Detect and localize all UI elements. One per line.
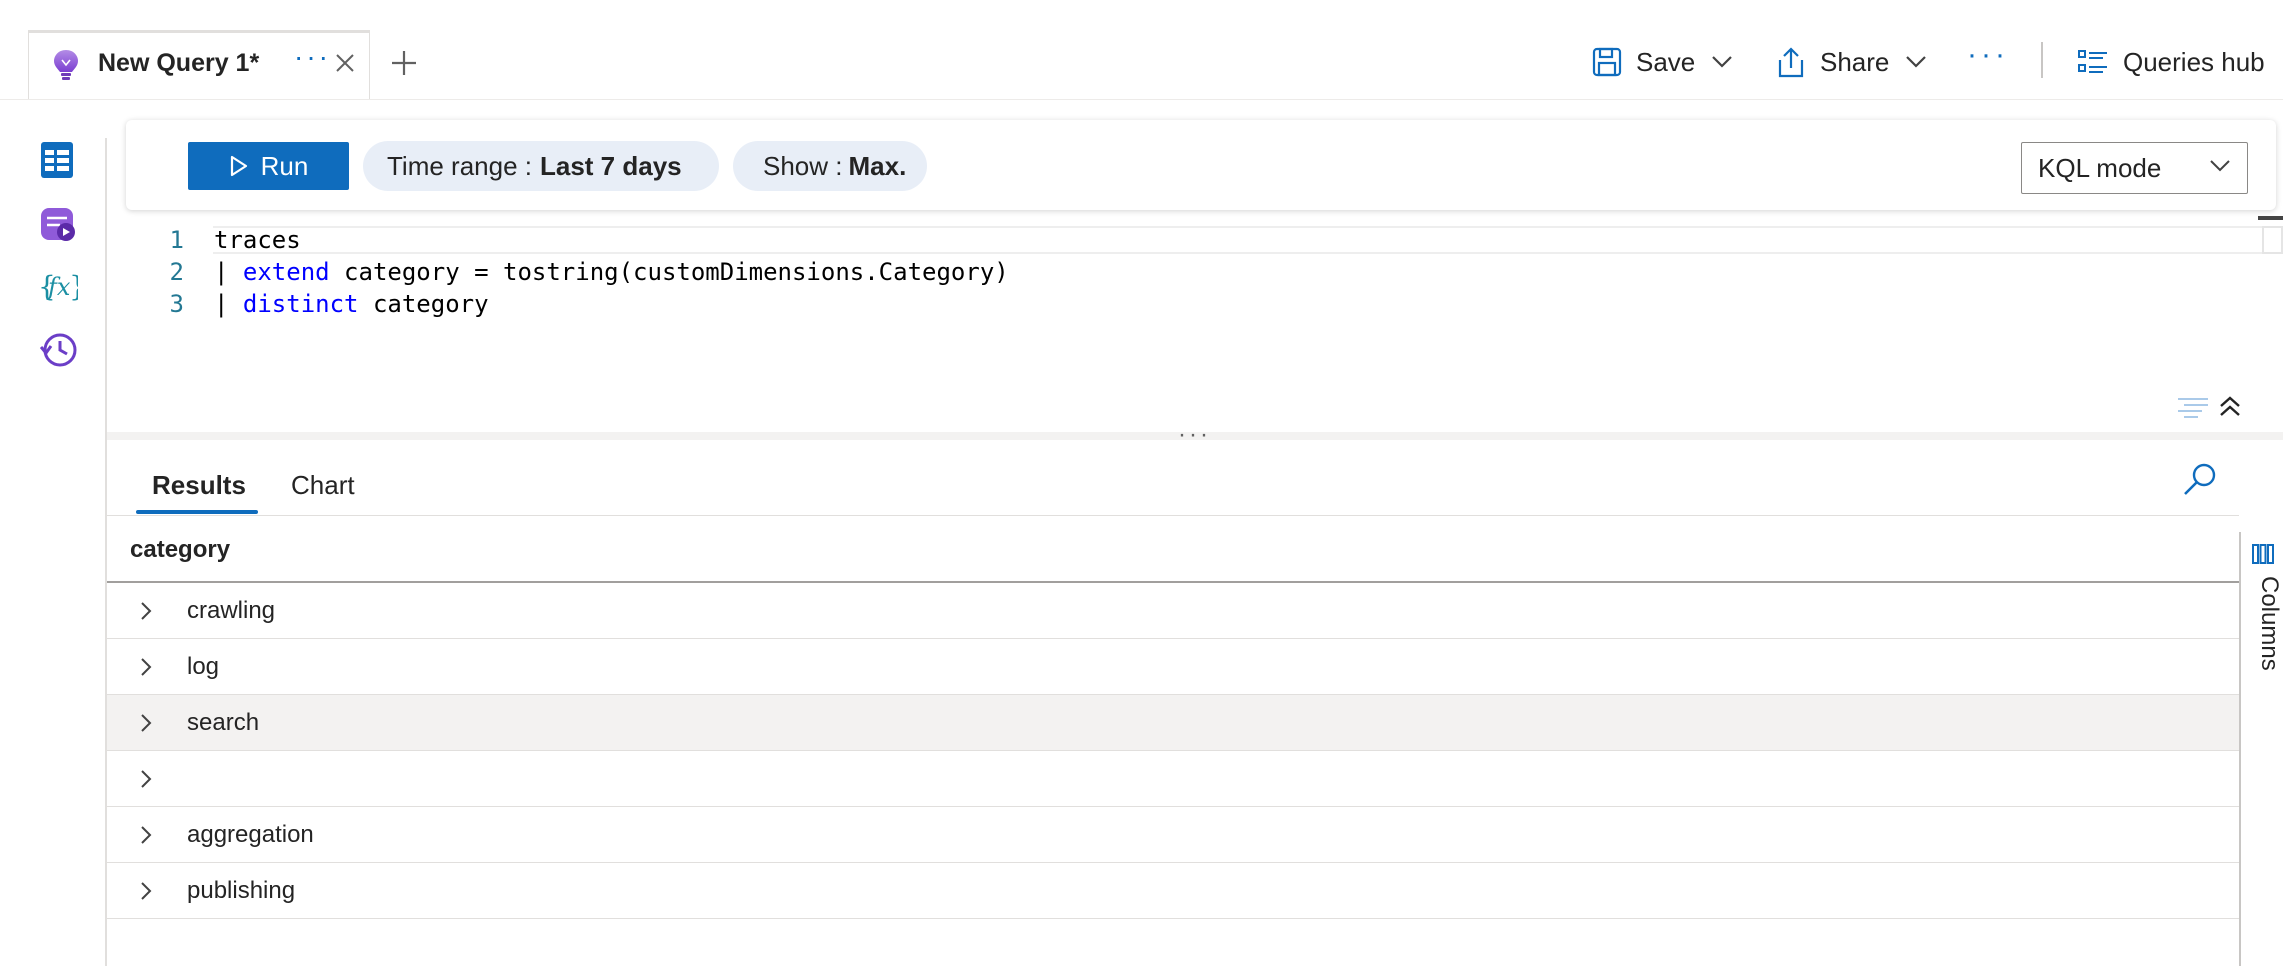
- columns-panel-border: [2239, 532, 2241, 966]
- tables-icon[interactable]: [40, 141, 74, 179]
- editor-scrollbar[interactable]: [2262, 226, 2283, 254]
- time-range-value: Last 7 days: [539, 150, 682, 181]
- save-icon: [1592, 47, 1622, 77]
- mode-value: KQL mode: [2038, 152, 2162, 183]
- splitter-handle-icon[interactable]: ···: [1178, 421, 1211, 449]
- share-label: Share: [1820, 46, 1890, 77]
- current-line-highlight: [213, 226, 2283, 254]
- chevron-right-icon[interactable]: [139, 601, 153, 621]
- editor-scroll-marker: [2258, 216, 2283, 220]
- close-icon[interactable]: [335, 53, 355, 73]
- list-icon: [2077, 48, 2109, 76]
- collapse-editor-icon[interactable]: [2218, 394, 2242, 418]
- play-icon: [229, 155, 249, 177]
- history-icon[interactable]: [40, 331, 78, 369]
- cell-category: search: [187, 709, 260, 736]
- run-label: Run: [260, 150, 309, 181]
- line-number: 3: [169, 290, 184, 318]
- time-range-label: Time range :: [387, 150, 532, 181]
- tab-strip-divider: [0, 99, 2283, 100]
- chevron-right-icon[interactable]: [139, 825, 153, 845]
- time-range-picker[interactable]: Time range : Last 7 days: [363, 141, 719, 191]
- mode-dropdown[interactable]: KQL mode: [2021, 142, 2248, 194]
- active-tab-indicator: [136, 510, 258, 514]
- table-row[interactable]: search: [107, 695, 2239, 751]
- chevron-right-icon[interactable]: [139, 657, 153, 677]
- code-pipe: |: [214, 258, 243, 286]
- more-commands-icon[interactable]: ···: [1967, 38, 2009, 72]
- queries-hub-button[interactable]: Queries hub: [2077, 42, 2265, 82]
- share-icon: [1776, 46, 1806, 78]
- format-query-icon[interactable]: [2176, 396, 2210, 420]
- chevron-right-icon[interactable]: [139, 881, 153, 901]
- show-limit-picker[interactable]: Show : Max.: [733, 141, 927, 191]
- queries-hub-label: Queries hub: [2123, 46, 2265, 77]
- command-divider: [2041, 42, 2043, 78]
- tab-more-icon[interactable]: ···: [294, 43, 331, 71]
- save-button[interactable]: Save: [1592, 42, 1733, 82]
- table-row[interactable]: aggregation: [107, 807, 2239, 863]
- code-pipe: |: [214, 290, 243, 318]
- add-tab-icon[interactable]: [390, 49, 418, 77]
- chevron-right-icon[interactable]: [139, 769, 153, 789]
- functions-icon[interactable]: {fx}: [38, 267, 78, 305]
- columns-icon[interactable]: [2252, 544, 2274, 564]
- svg-text:fx: fx: [46, 273, 71, 301]
- share-button[interactable]: Share: [1776, 42, 1927, 82]
- cell-category: aggregation: [187, 821, 314, 848]
- table-row[interactable]: [107, 751, 2239, 807]
- code-text: traces: [214, 226, 301, 254]
- code-keyword: extend: [242, 258, 330, 286]
- code-line[interactable]: | extend category = tostring(customDimen…: [214, 258, 1009, 286]
- code-text: category: [358, 290, 489, 318]
- tab-results[interactable]: Results: [152, 470, 246, 501]
- code-text: category = tostring(customDimensions.Cat…: [329, 258, 1009, 286]
- save-label: Save: [1636, 46, 1696, 77]
- chevron-down-icon: [1711, 55, 1733, 69]
- table-row[interactable]: crawling: [107, 583, 2239, 639]
- line-number: 2: [169, 258, 184, 286]
- show-value: Max.: [848, 150, 907, 181]
- run-button[interactable]: Run: [188, 142, 349, 190]
- tab-chart[interactable]: Chart: [291, 470, 355, 501]
- queries-icon[interactable]: [40, 205, 76, 243]
- cell-category: log: [187, 653, 220, 680]
- chevron-right-icon[interactable]: [139, 713, 153, 733]
- chevron-down-icon: [2209, 159, 2231, 173]
- cell-category: publishing: [187, 877, 296, 904]
- table-row[interactable]: log: [107, 639, 2239, 695]
- show-label: Show :: [763, 150, 843, 181]
- code-line[interactable]: traces: [214, 226, 301, 254]
- columns-panel-toggle[interactable]: Columns: [2243, 576, 2283, 676]
- lightbulb-icon: [52, 48, 80, 82]
- code-line[interactable]: | distinct category: [214, 290, 489, 318]
- search-icon[interactable]: [2182, 462, 2218, 498]
- tab-title: New Query 1*: [98, 49, 260, 77]
- cell-category: crawling: [187, 597, 276, 624]
- line-number: 1: [169, 226, 184, 254]
- chevron-down-icon: [1905, 55, 1927, 69]
- table-row[interactable]: publishing: [107, 863, 2239, 919]
- code-keyword: distinct: [242, 290, 359, 318]
- svg-text:}: }: [69, 270, 78, 303]
- column-header-category[interactable]: category: [130, 536, 230, 564]
